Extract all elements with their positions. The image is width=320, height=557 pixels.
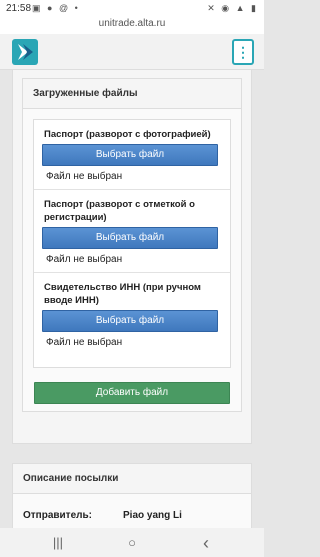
sender-label: Отправитель: <box>23 510 92 521</box>
uploaded-files-title: Загруженные файлы <box>23 79 241 109</box>
file-item-passport-registration: Паспорт (разворот с отметкой о регистрац… <box>34 190 230 273</box>
choose-file-button[interactable]: Выбрать файл <box>42 310 218 332</box>
file-status: Файл не выбран <box>46 337 123 348</box>
url-text: unitrade.alta.ru <box>98 18 166 29</box>
app-header: ⋮ <box>0 34 264 70</box>
system-icons: ✕ ◉ ▲ ▮ <box>207 3 258 13</box>
file-list: Паспорт (разворот с фотографией) Выбрать… <box>33 119 231 368</box>
uploaded-files-panel: Загруженные файлы Паспорт (разворот с фо… <box>22 78 242 412</box>
notification-icons: ▣ ● @ • <box>32 3 80 13</box>
menu-button[interactable]: ⋮ <box>232 39 254 65</box>
add-file-button[interactable]: Добавить файл <box>34 382 230 404</box>
parcel-description-panel: Описание посылки Отправитель: Piao yang … <box>12 463 252 533</box>
status-time: 21:58 <box>6 3 32 14</box>
file-label: Паспорт (разворот с фотографией) <box>44 129 211 140</box>
home-icon[interactable]: ○ <box>122 534 142 552</box>
file-status: Файл не выбран <box>46 254 123 265</box>
choose-file-button[interactable]: Выбрать файл <box>42 227 218 249</box>
file-item-inn-certificate: Свидетельство ИНН (при ручном вводе ИНН)… <box>34 273 230 355</box>
file-label: Свидетельство ИНН (при ручном вводе ИНН) <box>44 282 201 306</box>
file-label: Паспорт (разворот с отметкой о регистрац… <box>44 199 195 223</box>
file-status: Файл не выбран <box>46 171 123 182</box>
back-icon[interactable]: ‹ <box>196 534 216 552</box>
logo-icon[interactable] <box>12 39 38 65</box>
file-item-passport-photo: Паспорт (разворот с фотографией) Выбрать… <box>34 120 230 190</box>
recent-apps-icon[interactable]: ||| <box>48 534 68 552</box>
system-nav-bar: ||| ○ ‹ <box>0 528 264 557</box>
choose-file-button[interactable]: Выбрать файл <box>42 144 218 166</box>
url-bar[interactable]: unitrade.alta.ru <box>0 18 264 34</box>
parcel-description-title: Описание посылки <box>13 464 251 494</box>
sender-value: Piao yang Li <box>123 510 182 521</box>
status-bar: 21:58 ▣ ● @ • ✕ ◉ ▲ ▮ <box>0 0 264 18</box>
